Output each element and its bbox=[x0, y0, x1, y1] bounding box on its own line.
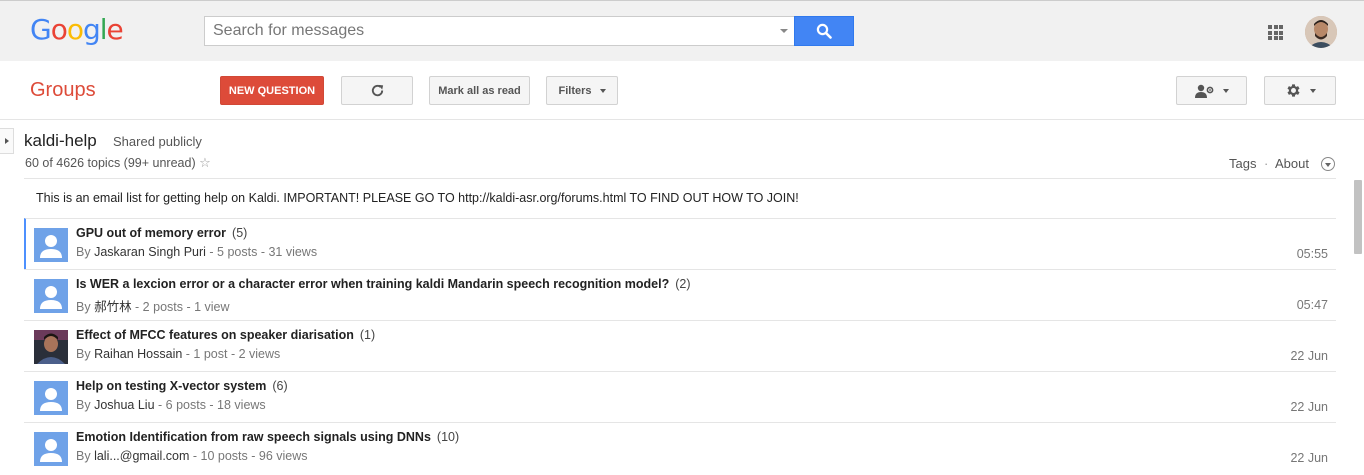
topic-stats: - 6 posts - 18 views bbox=[154, 398, 266, 412]
group-name[interactable]: kaldi-help bbox=[24, 131, 97, 151]
topic-subject[interactable]: GPU out of memory error bbox=[76, 226, 226, 240]
tags-link[interactable]: Tags bbox=[1229, 156, 1256, 171]
groups-toolbar: Groups NEW QUESTION Mark all as read Fil… bbox=[0, 61, 1364, 120]
topic-meta: By 郝竹林 - 2 posts - 1 view bbox=[76, 300, 230, 314]
topic-reply-count: (2) bbox=[675, 277, 691, 291]
topic-author[interactable]: Jaskaran Singh Puri bbox=[94, 245, 206, 259]
topic-subject-line[interactable]: Help on testing X-vector system (6) bbox=[76, 379, 288, 393]
settings-button[interactable] bbox=[1264, 76, 1336, 105]
chevron-down-icon bbox=[599, 88, 606, 93]
topic-time: 05:55 bbox=[1296, 247, 1328, 261]
default-avatar-icon bbox=[34, 279, 68, 313]
scrollbar-thumb[interactable] bbox=[1354, 180, 1362, 254]
topic-author[interactable]: Joshua Liu bbox=[94, 398, 154, 412]
topic-row[interactable]: Is WER a lexcion error or a character er… bbox=[24, 269, 1336, 320]
topic-time: 22 Jun bbox=[1290, 400, 1328, 414]
gear-icon bbox=[1286, 84, 1300, 97]
topic-stats: - 2 posts - 1 view bbox=[131, 300, 230, 314]
google-logo[interactable]: Google bbox=[30, 13, 124, 46]
topic-time: 22 Jun bbox=[1290, 451, 1328, 465]
default-avatar-icon bbox=[34, 432, 68, 466]
filters-button[interactable]: Filters bbox=[546, 76, 618, 105]
topic-reply-count: (1) bbox=[359, 328, 376, 342]
sidebar-toggle[interactable] bbox=[0, 128, 14, 154]
search-options-caret-icon[interactable] bbox=[780, 29, 788, 33]
chevron-down-icon bbox=[1309, 88, 1316, 93]
topic-stats: - 10 posts - 96 views bbox=[189, 449, 308, 463]
topic-meta: By Jaskaran Singh Puri - 5 posts - 31 vi… bbox=[76, 245, 318, 259]
filters-label: Filters bbox=[558, 84, 592, 97]
scrollbar-track[interactable] bbox=[1352, 120, 1364, 475]
topic-author[interactable]: 郝竹林 bbox=[94, 300, 132, 314]
topic-row[interactable]: Help on testing X-vector system (6) By Jos… bbox=[24, 371, 1336, 422]
account-avatar[interactable] bbox=[1305, 16, 1337, 48]
topic-reply-count: (6) bbox=[272, 379, 288, 393]
mark-all-read-button[interactable]: Mark all as read bbox=[429, 76, 530, 105]
topic-subject-line[interactable]: Effect of MFCC features on speaker diari… bbox=[76, 328, 375, 342]
refresh-icon bbox=[371, 84, 383, 97]
members-button[interactable] bbox=[1176, 76, 1247, 105]
search-input[interactable] bbox=[205, 17, 765, 45]
topic-count-text: 60 of 4626 topics (99+ unread) bbox=[25, 156, 196, 170]
person-settings-icon bbox=[1194, 84, 1213, 98]
topic-subject[interactable]: Help on testing X-vector system bbox=[76, 379, 266, 393]
star-icon[interactable]: ☆ bbox=[199, 155, 211, 170]
topic-reply-count: (10) bbox=[436, 430, 460, 444]
user-photo-icon bbox=[1305, 16, 1337, 48]
about-link[interactable]: About bbox=[1275, 156, 1309, 171]
default-avatar-icon bbox=[34, 228, 68, 262]
topic-subject[interactable]: Is WER a lexcion error or a character er… bbox=[76, 277, 669, 291]
topic-reply-count: (5) bbox=[232, 226, 248, 240]
topic-meta: By Joshua Liu - 6 posts - 18 views bbox=[76, 398, 266, 412]
topic-row[interactable]: Emotion Identification from raw speech s… bbox=[24, 422, 1336, 473]
group-description: This is an email list for getting help o… bbox=[24, 178, 1336, 218]
topic-row[interactable]: GPU out of memory error (5) By Jaskaran Si… bbox=[24, 218, 1336, 269]
about-expand-icon[interactable] bbox=[1321, 157, 1335, 171]
topic-time: 05:47 bbox=[1296, 298, 1328, 312]
topic-meta: By Raihan Hossain - 1 post - 2 views bbox=[76, 347, 281, 361]
apps-grid-icon[interactable] bbox=[1268, 25, 1283, 40]
topic-subject-line[interactable]: GPU out of memory error (5) bbox=[76, 226, 247, 240]
topic-count: 60 of 4626 topics (99+ unread) ☆ bbox=[25, 155, 211, 171]
groups-title[interactable]: Groups bbox=[30, 79, 96, 102]
new-question-button[interactable]: NEW QUESTION bbox=[220, 76, 324, 105]
topic-row[interactable]: Effect of MFCC features on speaker diari… bbox=[24, 320, 1336, 371]
search-button[interactable] bbox=[794, 16, 854, 46]
topic-meta: By lali...@gmail.com - 10 posts - 96 vie… bbox=[76, 449, 308, 463]
topic-author[interactable]: Raihan Hossain bbox=[94, 347, 182, 361]
visibility-label: Shared publicly bbox=[113, 134, 202, 149]
topic-author[interactable]: lali...@gmail.com bbox=[94, 449, 189, 463]
topic-subject[interactable]: Emotion Identification from raw speech s… bbox=[76, 430, 431, 444]
topic-time: 22 Jun bbox=[1290, 349, 1328, 363]
topic-list: GPU out of memory error (5) By Jaskaran Si… bbox=[24, 218, 1336, 473]
separator: · bbox=[1264, 156, 1269, 171]
refresh-button[interactable] bbox=[341, 76, 413, 105]
chevron-down-icon bbox=[1222, 88, 1229, 93]
topic-subject-line[interactable]: Is WER a lexcion error or a character er… bbox=[76, 277, 691, 291]
topic-stats: - 5 posts - 31 views bbox=[205, 245, 318, 259]
topic-subject-line[interactable]: Emotion Identification from raw speech s… bbox=[76, 430, 459, 444]
chevron-right-icon bbox=[4, 138, 9, 144]
search-box bbox=[204, 16, 794, 46]
search-icon bbox=[816, 23, 832, 39]
top-bar: Google bbox=[0, 0, 1364, 61]
default-avatar-icon bbox=[34, 381, 68, 415]
topic-stats: - 1 post - 2 views bbox=[182, 347, 281, 361]
topic-subject[interactable]: Effect of MFCC features on speaker diari… bbox=[76, 328, 354, 342]
author-photo bbox=[34, 330, 68, 364]
